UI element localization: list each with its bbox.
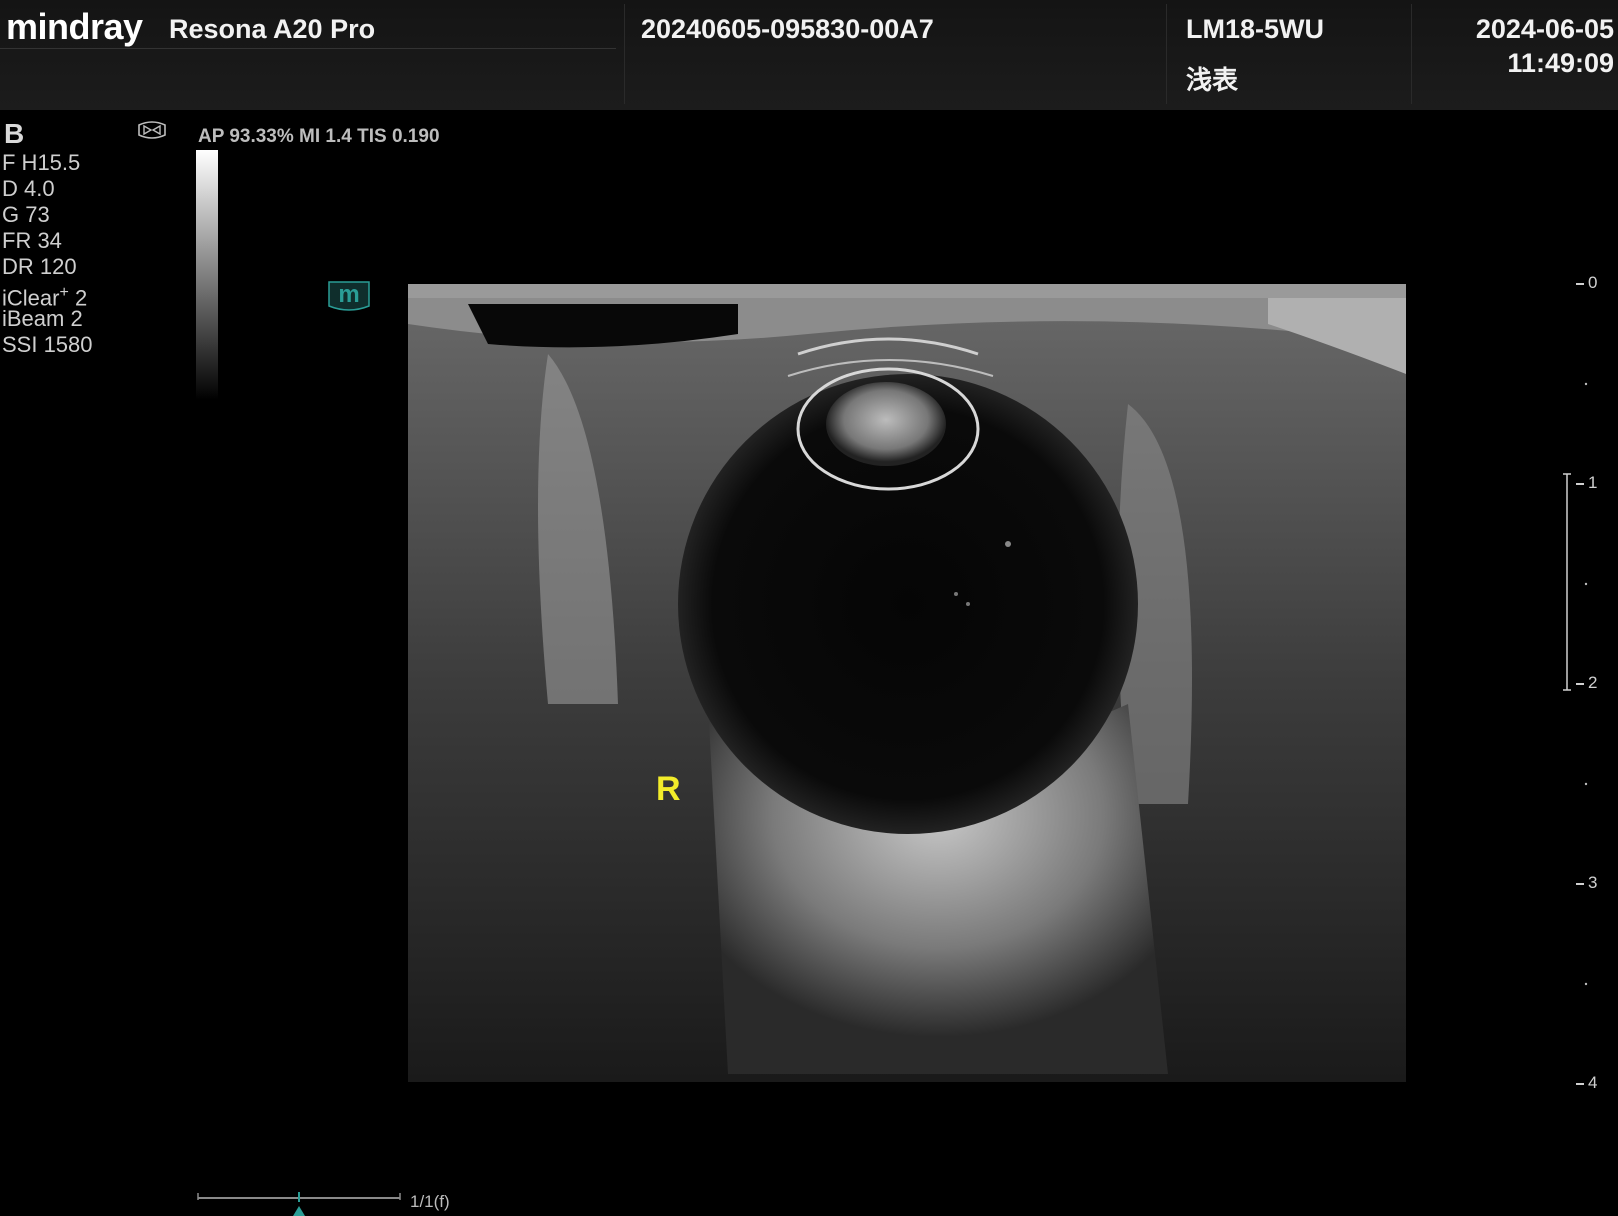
exam-date: 2024-06-05	[1475, 14, 1614, 44]
param-ssi: SSI 1580	[2, 332, 93, 357]
acoustic-output: AP 93.33% MI 1.4 TIS 0.190	[198, 126, 440, 147]
imaging-mode: B	[4, 118, 25, 149]
iclear-sup: +	[59, 284, 69, 301]
param-frame-rate: FR 34	[2, 228, 62, 253]
cine-scrollbar[interactable]	[196, 1188, 402, 1216]
depth-label-0: 0	[1588, 273, 1598, 292]
param-dynamic-range: DR 120	[2, 254, 77, 279]
marker-letter: m	[338, 281, 359, 308]
m-marker-icon: m	[328, 281, 370, 311]
header-cell-datetime: 2024-06-05 11:49:09	[1412, 4, 1618, 104]
param-depth: D 4.0	[2, 176, 55, 201]
probe-name: LM18-5WU	[1186, 14, 1325, 44]
param-ibeam: iBeam 2	[2, 306, 83, 331]
imaging-params: F H15.5 D 4.0 G 73 FR 34 DR 120 iClear+ …	[2, 150, 93, 358]
cine-frame-counter: 1/1(f)	[410, 1192, 450, 1211]
param-frequency: F H15.5	[2, 150, 81, 175]
system-model: Resona A20 Pro	[169, 14, 376, 44]
probe-orientation-icon	[138, 121, 166, 139]
depth-label-2: 2	[1588, 673, 1598, 692]
header-cell-brand: mindray Resona A20 Pro	[0, 4, 625, 104]
depth-label-1: 1	[1588, 473, 1598, 492]
brand-logo: mindray	[6, 6, 143, 47]
param-gain: G 73	[2, 202, 50, 227]
orientation-label: R	[656, 770, 681, 808]
cine-marker-icon	[293, 1206, 305, 1216]
header-bar: mindray Resona A20 Pro 20240605-095830-0…	[0, 0, 1618, 110]
exam-time: 11:49:09	[1507, 48, 1614, 78]
ultrasound-image[interactable]	[408, 284, 1406, 1082]
depth-scale: 0 1 2 3 4	[1560, 270, 1618, 1092]
header-cell-probe: LM18-5WU 浅表	[1167, 4, 1412, 104]
depth-label-4: 4	[1588, 1073, 1598, 1092]
param-iclear: iClear+ 2	[2, 280, 93, 310]
grayscale-bar	[196, 150, 218, 400]
exam-id: 20240605-095830-00A7	[641, 14, 934, 44]
brand-divider	[0, 48, 616, 49]
header-cell-exam: 20240605-095830-00A7	[625, 4, 1167, 104]
ultrasound-render	[408, 284, 1406, 1082]
exam-preset: 浅表	[1186, 65, 1239, 95]
depth-label-3: 3	[1588, 873, 1598, 892]
